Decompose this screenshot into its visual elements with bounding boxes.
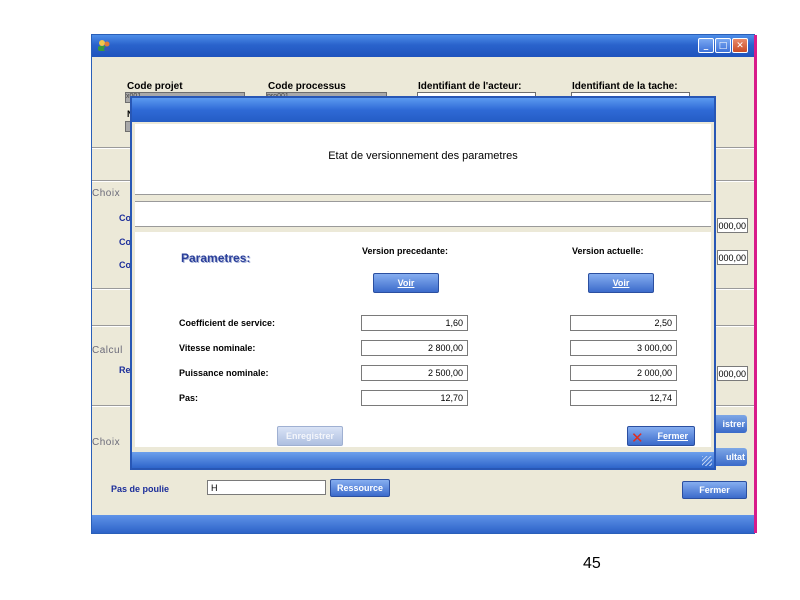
resize-grip-icon[interactable] [702,456,712,466]
main-statusbar [92,515,754,533]
voir-precedante-button[interactable]: Voir [373,273,439,293]
main-titlebar[interactable]: _ □ ✕ [92,35,754,57]
section-choix: Choix [92,188,121,199]
close-x-icon: ✕ [631,429,644,447]
maximize-icon[interactable]: □ [715,38,731,53]
page-number: 45 [583,555,601,572]
versioning-dialog: Etat de versionnement des parametres Par… [130,96,716,470]
ressource-button[interactable]: Ressource [330,479,390,497]
fermer-dialog-label: Fermer [657,431,688,441]
curr-value-puissance[interactable]: 2 000,00 [570,365,677,381]
dialog-header-panel: Etat de versionnement des parametres [135,124,711,195]
acteur-label: Identifiant de l'acteur: [418,81,522,92]
minimize-icon[interactable]: _ [698,38,714,53]
dialog-statusbar [132,452,714,468]
dialog-titlebar[interactable] [132,98,714,122]
dialog-heading: Etat de versionnement des parametres [328,150,518,162]
pas-de-poulie-input[interactable]: H [207,480,326,495]
version-precedante-header: Version precedante: [362,246,449,256]
curr-value-pas[interactable]: 12,74 [570,390,677,406]
row-label-coefficient: Coefficient de service: [179,318,276,328]
prev-value-puissance[interactable]: 2 500,00 [361,365,468,381]
voir-actuelle-button[interactable]: Voir [588,273,654,293]
code-projet-label: Code projet [127,81,183,92]
row-label-vitesse: Vitesse nominale: [179,343,256,353]
fermer-main-button[interactable]: Fermer [682,481,747,499]
close-icon[interactable]: ✕ [732,38,748,53]
users-icon [98,40,110,51]
pas-de-poulie-label: Pas de poulie [111,484,170,494]
curr-value-coefficient[interactable]: 2,50 [570,315,677,331]
fermer-dialog-button[interactable]: ✕ Fermer [627,426,695,447]
row-label-puissance: Puissance nominale: [179,368,269,378]
code-processus-label: Code processus [268,81,346,92]
enregistrer-button[interactable]: Enregistrer [277,426,343,446]
resultat-side-button[interactable]: ultat [713,448,747,466]
parametres-title: Parametres: [181,251,251,265]
right-value-2[interactable]: 000,00 [717,250,748,265]
row-label-pas: Pas: [179,393,199,403]
prev-value-coefficient[interactable]: 1,60 [361,315,468,331]
right-value-1[interactable]: 000,00 [717,218,748,233]
right-value-3[interactable]: 000,00 [717,366,748,381]
version-actuelle-header: Version actuelle: [572,246,644,256]
left-label-4: Re [119,365,131,375]
dialog-separator-panel [135,201,711,227]
section-choix-2: Choix [92,437,121,448]
prev-value-pas[interactable]: 12,70 [361,390,468,406]
section-calcul: Calcul [92,345,123,356]
curr-value-vitesse[interactable]: 3 000,00 [570,340,677,356]
prev-value-vitesse[interactable]: 2 800,00 [361,340,468,356]
enregistrer-side-button[interactable]: istrer [713,415,747,433]
tache-label: Identifiant de la tache: [572,81,678,92]
